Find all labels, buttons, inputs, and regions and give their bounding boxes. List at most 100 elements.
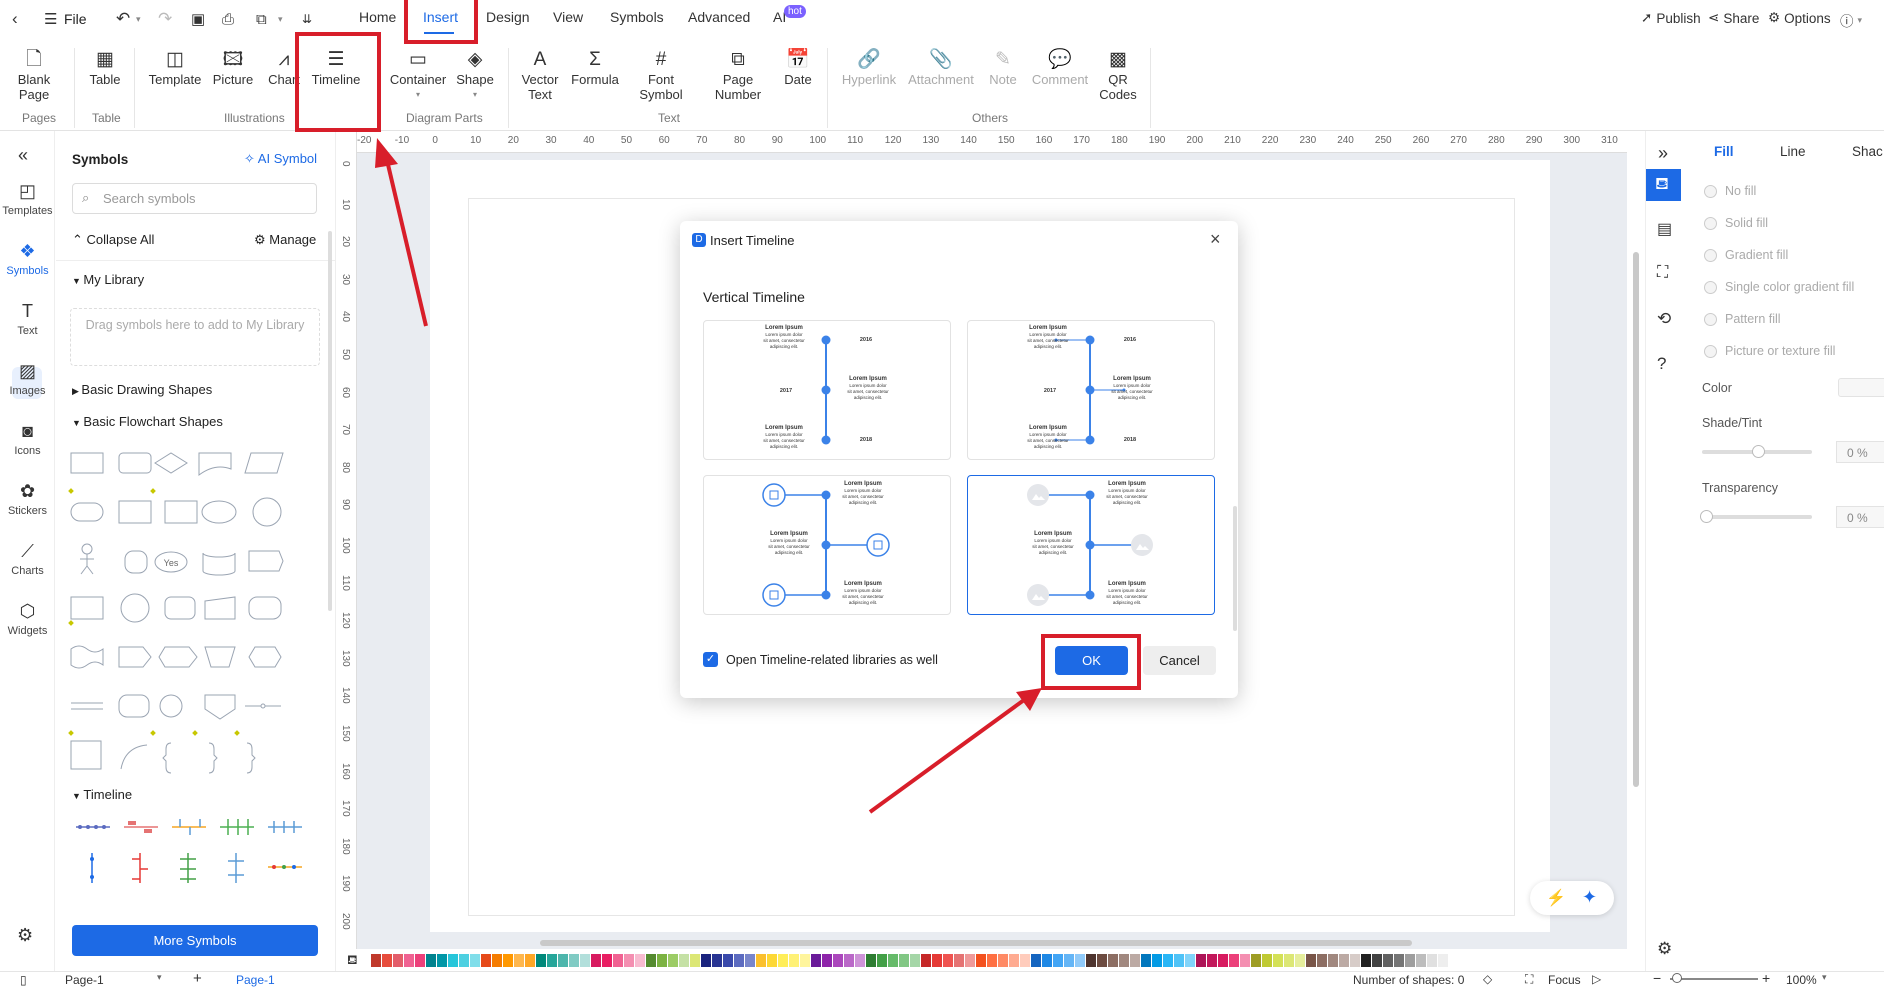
color-swatch[interactable] [1196,953,1206,967]
rail-item-text[interactable]: T Text [0,301,55,337]
publish-button[interactable]: ➚ Publish [1641,10,1701,26]
color-swatch[interactable] [1141,953,1151,967]
ok-button[interactable]: OK [1055,646,1128,675]
color-swatch[interactable] [1053,953,1063,967]
table-button[interactable]: ▦ Table [88,46,122,88]
ai-sparkle-icon[interactable]: ✦ [1582,887,1597,908]
magic-wand-icon[interactable]: ⚡ [1546,888,1566,908]
section-timeline[interactable]: ▼ Timeline [72,787,132,802]
color-swatch[interactable] [745,953,755,967]
history-icon[interactable]: ⟲ [1657,309,1671,329]
color-swatch[interactable] [1163,953,1173,967]
transparency-value[interactable]: 0 % [1836,506,1884,528]
qr-codes-button[interactable]: ▩ QR Codes [1098,46,1138,103]
open-libraries-checkbox[interactable]: ✓ [703,652,718,667]
color-swatch[interactable] [668,953,678,967]
settings-gear-icon[interactable]: ⚙ [1657,939,1672,959]
my-library-dropzone[interactable]: Drag symbols here to add to My Library [70,308,320,366]
color-swatch[interactable] [635,953,645,967]
color-swatch[interactable] [503,953,513,967]
color-swatch[interactable] [1218,953,1228,967]
color-swatch[interactable] [888,953,898,967]
color-swatch[interactable] [1251,953,1261,967]
color-swatch[interactable] [1361,953,1371,967]
color-swatch[interactable] [1405,953,1415,967]
color-swatch[interactable] [943,953,953,967]
expand-panel-icon[interactable]: » [1658,143,1668,164]
tab-view[interactable]: View [553,9,583,25]
help-button[interactable]: ⓘ ▾ [1840,10,1862,30]
color-swatch[interactable] [536,953,546,967]
tab-advanced[interactable]: Advanced [688,9,750,25]
search-input[interactable]: Search symbols [72,183,317,214]
page-properties-icon[interactable]: ▤ [1657,219,1672,239]
page-layout-icon[interactable]: ▯ [20,973,27,987]
color-swatch[interactable] [1108,953,1118,967]
attachment-button[interactable]: 📎 Attachment [906,46,976,88]
color-swatch[interactable] [558,953,568,967]
color-swatch[interactable] [1152,953,1162,967]
color-swatch[interactable] [1119,953,1129,967]
color-swatch[interactable] [1284,953,1294,967]
color-swatch[interactable] [1306,953,1316,967]
color-swatch[interactable] [701,953,711,967]
transparency-handle[interactable] [1700,510,1713,523]
color-swatch[interactable] [1064,953,1074,967]
color-swatch[interactable] [1229,953,1239,967]
cancel-button[interactable]: Cancel [1143,646,1216,675]
color-swatch[interactable] [679,953,689,967]
color-swatch[interactable] [371,953,381,967]
tab-insert[interactable]: Insert [423,9,458,25]
undo-icon[interactable]: ↶ [116,4,130,34]
color-swatch[interactable] [1020,953,1030,967]
blank-page-button[interactable]: 🗋 Blank Page [14,46,54,103]
ai-symbol-button[interactable]: ✧ AI Symbol [244,151,317,167]
color-swatch[interactable] [459,953,469,967]
color-swatch[interactable] [404,953,414,967]
color-swatch[interactable] [1273,953,1283,967]
fill-option-solid[interactable]: Solid fill [1704,216,1768,230]
undo-dropdown-icon[interactable]: ▾ [136,4,141,34]
color-swatch[interactable] [833,953,843,967]
color-swatch[interactable] [1086,953,1096,967]
color-swatch[interactable] [1350,953,1360,967]
canvas-horizontal-scrollbar[interactable] [540,940,1412,946]
chart-button[interactable]: ⩘ Chart [266,46,302,88]
rail-item-stickers[interactable]: ✿ Stickers [0,481,55,517]
tab-fill[interactable]: Fill [1714,144,1734,159]
color-swatch[interactable] [811,953,821,967]
timeline-button[interactable]: ☰ Timeline [310,46,362,88]
color-swatch[interactable] [1075,953,1085,967]
fill-option-pattern[interactable]: Pattern fill [1704,312,1781,326]
fill-tool-active[interactable]: ⛾ [1646,169,1681,201]
color-swatch[interactable] [954,953,964,967]
color-swatch[interactable] [591,953,601,967]
options-button[interactable]: ⚙ Options [1768,10,1831,26]
focus-button[interactable]: Focus [1548,973,1581,987]
timeline-template-card-3[interactable] [703,475,951,615]
fill-option-picture[interactable]: Picture or texture fill [1704,344,1835,358]
color-swatch[interactable] [987,953,997,967]
save-icon[interactable]: ▣ [191,4,205,34]
presentation-icon[interactable]: ⛶ [1657,264,1668,282]
color-swatch[interactable] [602,953,612,967]
color-swatch[interactable] [1339,953,1349,967]
tab-home[interactable]: Home [359,9,396,25]
color-swatch[interactable] [822,953,832,967]
comment-button[interactable]: 💬 Comment [1030,46,1090,88]
color-swatch[interactable] [844,953,854,967]
color-swatch[interactable] [1009,953,1019,967]
color-swatch[interactable] [437,953,447,967]
hyperlink-button[interactable]: 🔗 Hyperlink [840,46,898,88]
canvas-vertical-scrollbar[interactable] [1633,252,1639,787]
export-icon[interactable]: ⧉ [256,4,267,34]
color-swatch[interactable] [1383,953,1393,967]
color-swatch[interactable] [470,953,480,967]
template-button[interactable]: ◫ Template [149,46,202,88]
color-swatch[interactable] [393,953,403,967]
color-swatch[interactable] [1295,953,1305,967]
page-number-button[interactable]: ⧉ Page Number [712,46,764,103]
timeline-template-card-2[interactable] [967,320,1215,460]
page-tab-1[interactable]: Page-1 [236,973,275,987]
color-swatch[interactable] [613,953,623,967]
